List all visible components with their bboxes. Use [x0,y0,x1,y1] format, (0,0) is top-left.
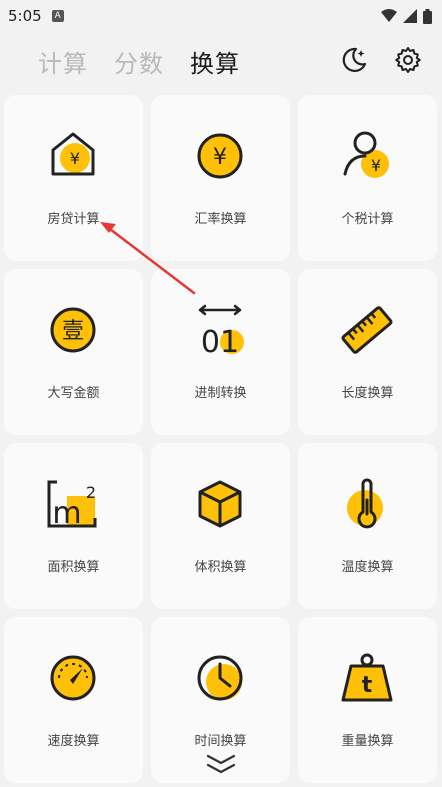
tool-label: 个税计算 [341,212,394,227]
house-yen-icon: ¥ [51,132,95,176]
thermometer-icon [347,478,383,529]
cube-icon [198,480,242,528]
moon-icon [342,47,367,73]
battery-icon [423,8,432,24]
gear-icon [395,47,421,73]
tool-base-conversion[interactable]: 01 进制转换 [151,269,290,435]
tool-area-conversion[interactable]: m 2 面积换算 [4,443,143,609]
tab-conversion[interactable]: 换算 [190,44,240,79]
tool-label: 重量换算 [341,734,394,749]
tool-temperature-conversion[interactable]: 温度换算 [298,443,437,609]
svg-text:01: 01 [201,325,239,358]
svg-text:¥: ¥ [213,145,227,170]
tool-volume-conversion[interactable]: 体积换算 [151,443,290,609]
tool-label: 面积换算 [47,560,100,575]
status-bar: 5:05 A [0,0,442,32]
person-yen-icon: ¥ [343,131,389,178]
clock-icon [197,655,243,701]
wifi-icon [381,9,397,22]
svg-text:壹: 壹 [62,319,84,344]
tool-speed-conversion[interactable]: 速度换算 [4,617,143,783]
tool-label: 温度换算 [341,560,394,575]
square-meter-icon: m 2 [47,480,97,531]
expand-more-icon[interactable] [204,752,238,776]
status-time: 5:05 [8,7,42,25]
tool-label: 长度换算 [341,386,394,401]
chinese-numeral-coin-icon: 壹 [50,307,96,353]
tool-length-conversion[interactable]: 长度换算 [298,269,437,435]
weight-icon: t [341,653,393,702]
tool-income-tax[interactable]: ¥ 个税计算 [298,95,437,261]
tool-exchange-rate[interactable]: ¥ 汇率换算 [151,95,290,261]
tool-mortgage-calculator[interactable]: ¥ 房贷计算 [4,95,143,261]
tab-fraction[interactable]: 分数 [114,44,164,79]
tool-label: 速度换算 [47,734,100,749]
theme-toggle-button[interactable] [338,44,370,76]
tab-calculate[interactable]: 计算 [38,44,88,79]
svg-text:m: m [52,496,81,531]
currency-yen-icon: ¥ [197,133,243,179]
settings-button[interactable] [392,44,424,76]
tool-grid: ¥ 房贷计算 ¥ 汇率换算 ¥ 个税计算 壹 大写金额 01 进制转换 长度换算… [4,95,438,783]
svg-text:¥: ¥ [70,149,80,168]
tool-label: 时间换算 [194,734,247,749]
binary-arrows-icon: 01 [198,304,244,358]
svg-text:2: 2 [86,483,96,502]
ruler-icon [341,306,393,354]
tool-label: 进制转换 [194,386,247,401]
svg-text:t: t [362,673,373,698]
svg-text:¥: ¥ [371,156,381,175]
notification-app-icon: A [51,10,64,22]
tool-uppercase-amount[interactable]: 壹 大写金额 [4,269,143,435]
tool-label: 房贷计算 [47,212,100,227]
cellular-signal-icon [403,9,417,23]
tool-label: 体积换算 [194,560,247,575]
speedometer-icon [50,655,96,701]
category-tabs: 计算 分数 换算 [38,44,240,79]
tool-weight-conversion[interactable]: t 重量换算 [298,617,437,783]
tool-label: 汇率换算 [194,212,247,227]
tool-label: 大写金额 [47,386,100,401]
header: 计算 分数 换算 [0,38,442,84]
